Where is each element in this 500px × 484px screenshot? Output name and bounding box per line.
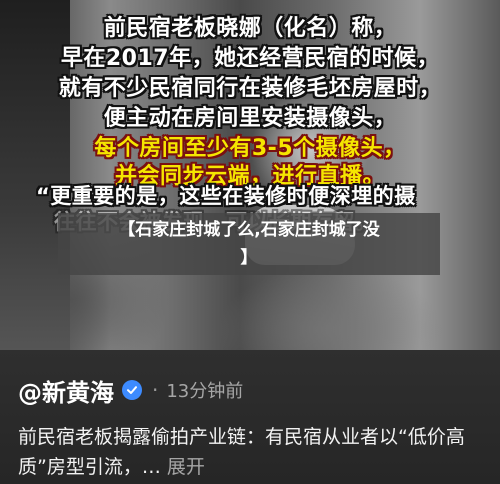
author-name[interactable]: @新黄海 bbox=[18, 373, 114, 408]
verified-badge-icon bbox=[122, 380, 142, 400]
headline-line-1: 【石家庄封城了么,石家庄封城了没 bbox=[118, 220, 380, 240]
headline-overlay[interactable]: 【石家庄封城了么,石家庄封城了没 】 bbox=[58, 213, 440, 275]
video-frame[interactable]: 前民宿老板晓娜（化名）称， 早在2017年，她还经营民宿的时候， 就有不少民宿同… bbox=[0, 0, 500, 350]
separator-dot: · bbox=[152, 378, 159, 402]
post-card: @新黄海 · 13分钟前 前民宿老板揭露偷拍产业链：有民宿从业者以“低价高质”房… bbox=[0, 350, 500, 484]
subtitle-line-4: 便主动在房间里安装摄像头， bbox=[103, 106, 397, 131]
post-time: 13分钟前 bbox=[166, 381, 244, 402]
subtitle-line-2: 早在2017年，她还经营民宿的时候， bbox=[60, 46, 440, 71]
post-body: 前民宿老板揭露偷拍产业链：有民宿从业者以“低价高质”房型引流，… 展开 bbox=[18, 422, 488, 482]
expand-link[interactable]: 展开 bbox=[167, 456, 205, 478]
post-text: 前民宿老板揭露偷拍产业链：有民宿从业者以“低价高质”房型引流，… bbox=[18, 426, 465, 478]
post-header: @新黄海 · 13分钟前 bbox=[18, 373, 244, 408]
subtitle-line-1: 前民宿老板晓娜（化名）称， bbox=[103, 16, 397, 41]
subtitle-line-3: 就有不少民宿同行在装修毛坯房屋时， bbox=[58, 76, 442, 101]
headline-line-2: 】 bbox=[240, 248, 258, 268]
